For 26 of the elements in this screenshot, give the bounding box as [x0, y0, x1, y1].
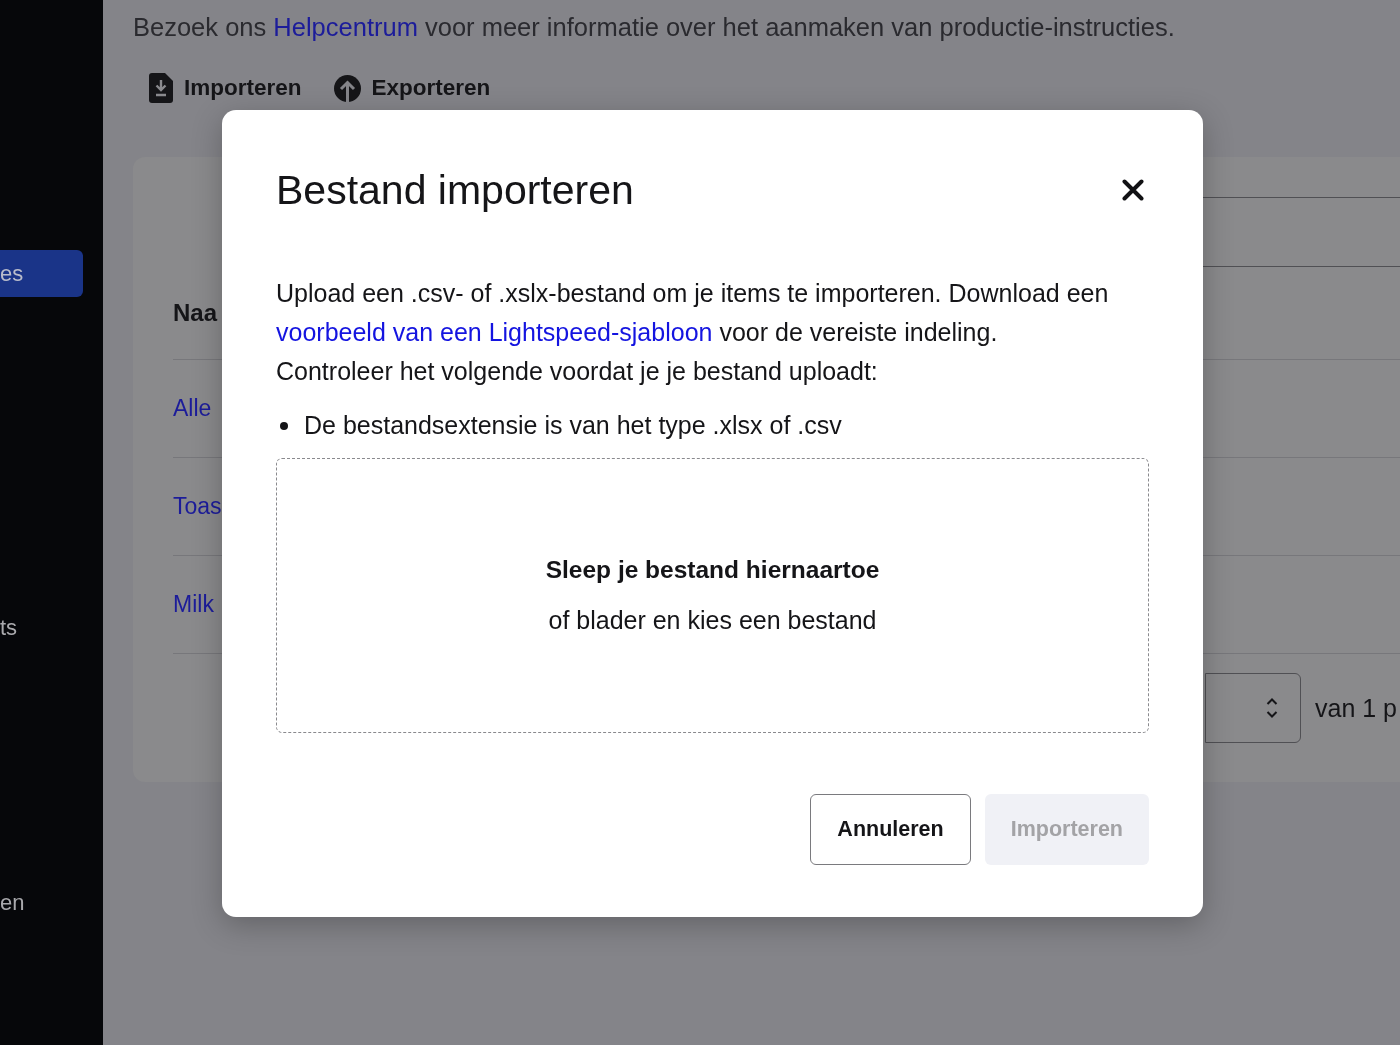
help-center-link[interactable]: Helpcentrum	[273, 13, 418, 41]
file-drop-zone[interactable]: Sleep je bestand hiernaartoe of blader en kies een bestand	[276, 458, 1149, 733]
bullet-icon	[280, 421, 288, 430]
intro-text: Upload een .csv- of .xslx-bestand om je items te importeren. Download een voorbeeld van een Lightspeed-sjabloon voor de vereiste indeling.	[276, 278, 1110, 348]
check-text: Controleer het volgende voordat je je bestand uploadt:	[276, 356, 879, 387]
cancel-button[interactable]: Annuleren	[810, 794, 971, 865]
item-link[interactable]: Milk	[173, 591, 214, 618]
close-button[interactable]	[1121, 178, 1145, 202]
requirement-text: De bestandsextensie is van het type .xlsx of .csv	[304, 411, 842, 440]
sidebar-item[interactable]: es	[0, 250, 83, 297]
close-icon	[1122, 179, 1144, 201]
chevron-up-down-icon	[1266, 697, 1278, 719]
drop-zone-title: Sleep je bestand hiernaartoe	[545, 556, 880, 584]
item-link[interactable]: Alle	[173, 395, 212, 422]
drop-zone-hint: of blader en kies een bestand	[548, 606, 877, 635]
import-button[interactable]: Importeren	[133, 68, 318, 108]
dialog-title: Bestand importeren	[276, 167, 634, 213]
column-header: Naa	[173, 299, 218, 327]
file-download-icon	[149, 73, 173, 103]
sidebar-item[interactable]: ts	[0, 604, 83, 651]
help-text: Bezoek ons Helpcentrum voor meer informatie over het aanmaken van productie-instructies.	[133, 12, 1176, 42]
item-link[interactable]: Toas	[173, 493, 222, 520]
template-link[interactable]: voorbeeld van een Lightspeed-sjabloon	[276, 318, 713, 346]
export-button[interactable]: Exporteren	[317, 68, 507, 108]
page-count-text: van 1 p	[1315, 693, 1397, 723]
sidebar-item[interactable]: en	[0, 879, 83, 926]
